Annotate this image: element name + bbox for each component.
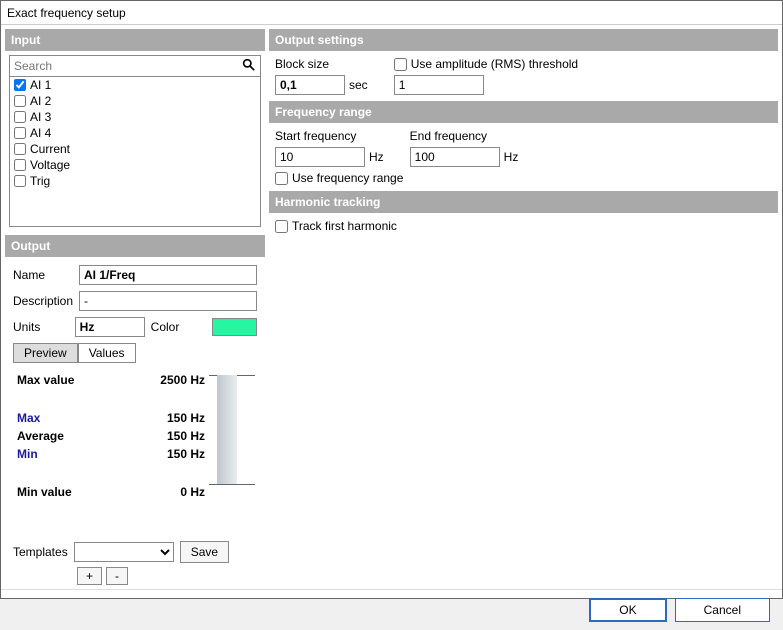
end-freq-unit: Hz (504, 150, 519, 164)
ok-button[interactable]: OK (589, 598, 666, 622)
input-channel-checkbox[interactable] (14, 127, 26, 139)
input-channel-checkbox[interactable] (14, 143, 26, 155)
dialog-footer: OK Cancel (1, 589, 782, 630)
start-freq-unit: Hz (369, 150, 384, 164)
input-channel-label: AI 4 (30, 126, 51, 140)
track-harmonic-checkbox[interactable]: Track first harmonic (275, 219, 397, 233)
templates-save-button[interactable]: Save (180, 541, 229, 563)
input-channel-item[interactable]: AI 4 (10, 125, 260, 141)
search-box[interactable] (9, 55, 261, 77)
frequency-range-section: Frequency range Start frequency Hz End f… (269, 101, 778, 187)
max-value: 2500 Hz (160, 373, 205, 387)
dialog: Exact frequency setup Input AI 1 AI 2 AI 3… (0, 0, 783, 599)
block-size-unit: sec (349, 78, 368, 92)
cancel-button[interactable]: Cancel (675, 598, 770, 622)
content: Input AI 1 AI 2 AI 3 AI 4 Current Voltage Trig… (1, 25, 782, 589)
left-column: Input AI 1 AI 2 AI 3 AI 4 Current Voltage Trig… (5, 29, 265, 585)
threshold-input[interactable] (394, 75, 484, 95)
input-channel-item[interactable]: Trig (10, 173, 260, 189)
input-channel-checkbox[interactable] (14, 159, 26, 171)
input-channel-item[interactable]: AI 1 (10, 77, 260, 93)
use-freq-range-checkbox[interactable]: Use frequency range (275, 171, 403, 185)
input-header: Input (5, 29, 265, 51)
min-value: 0 Hz (180, 485, 205, 499)
input-channel-label: AI 3 (30, 110, 51, 124)
end-freq-input[interactable] (410, 147, 500, 167)
start-freq-label: Start frequency (275, 129, 384, 143)
output-settings-header: Output settings (269, 29, 778, 51)
templates-row: Templates Save (5, 535, 265, 563)
output-header: Output (5, 235, 265, 257)
input-channel-checkbox[interactable] (14, 79, 26, 91)
output-tabs: Preview Values (13, 343, 257, 363)
templates-add-button[interactable]: + (77, 567, 102, 585)
input-channel-checkbox[interactable] (14, 95, 26, 107)
input-channel-item[interactable]: AI 3 (10, 109, 260, 125)
output-section: Output Name Description Units Color (5, 235, 265, 513)
track-harmonic-label: Track first harmonic (292, 219, 397, 233)
block-size-input[interactable] (275, 75, 345, 95)
input-channel-checkbox[interactable] (14, 111, 26, 123)
templates-select[interactable] (74, 542, 174, 562)
input-channel-label: AI 1 (30, 78, 51, 92)
harmonic-section: Harmonic tracking Track first harmonic (269, 191, 778, 235)
description-label: Description (13, 294, 73, 308)
preview-bar (213, 375, 253, 485)
input-channel-label: Voltage (30, 158, 70, 172)
input-channel-item[interactable]: Voltage (10, 157, 260, 173)
output-settings-section: Output settings Block size sec Use ampli… (269, 29, 778, 97)
input-channel-list[interactable]: AI 1 AI 2 AI 3 AI 4 Current Voltage Trig (9, 77, 261, 227)
max: 150 Hz (167, 411, 205, 425)
max-value-label: Max value (17, 373, 74, 387)
input-channel-item[interactable]: AI 2 (10, 93, 260, 109)
tab-values[interactable]: Values (78, 343, 136, 363)
input-section: Input AI 1 AI 2 AI 3 AI 4 Current Voltage Trig (5, 29, 265, 231)
units-label: Units (13, 320, 69, 334)
frequency-range-header: Frequency range (269, 101, 778, 123)
preview-panel: Max value 2500 Hz Max 150 Hz Average 150 Hz… (13, 363, 257, 509)
input-channel-label: Trig (30, 174, 50, 188)
description-input[interactable] (79, 291, 257, 311)
preview-stats: Max value 2500 Hz Max 150 Hz Average 150 Hz… (17, 371, 205, 501)
use-freq-range-label: Use frequency range (292, 171, 403, 185)
units-input[interactable] (75, 317, 145, 337)
input-channel-label: AI 2 (30, 94, 51, 108)
min: 150 Hz (167, 447, 205, 461)
name-input[interactable] (79, 265, 257, 285)
avg-label: Average (17, 429, 64, 443)
tab-preview[interactable]: Preview (13, 343, 78, 363)
templates-label: Templates (13, 545, 68, 559)
right-column: Output settings Block size sec Use ampli… (269, 29, 778, 585)
min-value-label: Min value (17, 485, 72, 499)
avg: 150 Hz (167, 429, 205, 443)
search-icon (237, 58, 260, 74)
name-label: Name (13, 268, 73, 282)
end-freq-label: End frequency (410, 129, 519, 143)
templates-remove-button[interactable]: - (106, 567, 128, 585)
max-label: Max (17, 411, 40, 425)
input-channel-item[interactable]: Current (10, 141, 260, 157)
use-threshold-label: Use amplitude (RMS) threshold (411, 57, 578, 71)
color-swatch[interactable] (212, 318, 257, 336)
window-title: Exact frequency setup (1, 1, 782, 25)
min-label: Min (17, 447, 38, 461)
color-label: Color (151, 320, 207, 334)
input-channel-checkbox[interactable] (14, 175, 26, 187)
start-freq-input[interactable] (275, 147, 365, 167)
use-threshold-checkbox[interactable]: Use amplitude (RMS) threshold (394, 57, 578, 71)
harmonic-header: Harmonic tracking (269, 191, 778, 213)
block-size-label: Block size (275, 57, 368, 71)
input-channel-label: Current (30, 142, 70, 156)
search-input[interactable] (10, 56, 237, 76)
